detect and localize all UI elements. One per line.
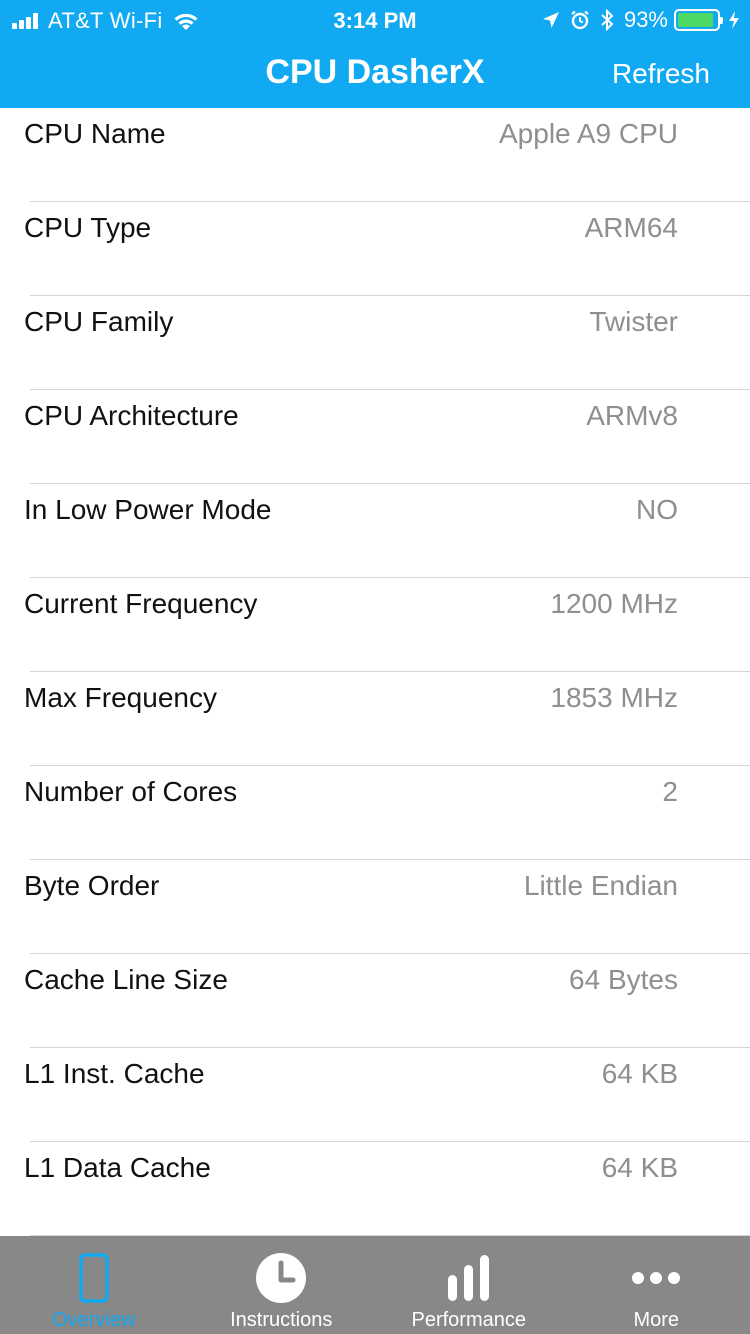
row-label: In Low Power Mode [24,494,272,525]
list-item: L1 Inst. Cache 64 KB [0,1048,750,1142]
tab-label: Instructions [230,1309,333,1331]
row-value: 1200 MHz [550,588,678,619]
more-dots-icon [628,1250,684,1306]
bar-chart-icon [441,1250,497,1306]
tab-label: Performance [411,1309,527,1331]
refresh-button[interactable]: Refresh [612,58,710,90]
header: AT&T Wi-Fi 3:14 PM 93% CPU DasherX Refre… [0,0,750,108]
list-item: CPU Architecture ARMv8 [0,390,750,484]
cpu-info-list: CPU Name Apple A9 CPU CPU Type ARM64 CPU F… [0,108,750,1236]
battery-tip [720,17,723,24]
tab-performance[interactable]: Performance [375,1236,563,1334]
location-arrow-icon [542,12,559,28]
row-label: Cache Line Size [24,964,228,995]
row-value: 1853 MHz [550,682,678,713]
charging-bolt-icon [729,11,739,29]
row-value: Little Endian [523,870,678,901]
list-item: Cache Line Size 64 Bytes [0,954,750,1048]
list-item: Current Frequency 1200 MHz [0,578,750,672]
row-label: L1 Data Cache [24,1152,211,1183]
tab-more[interactable]: More [563,1236,750,1334]
battery-percent: 93% [623,7,668,32]
clock-icon [253,1250,309,1306]
row-value: ARMv8 [586,400,678,431]
battery-fill [678,13,714,27]
row-value: 2 [662,776,678,807]
list-item: CPU Family Twister [0,296,750,390]
list-item: In Low Power Mode NO [0,484,750,578]
list-item: CPU Type ARM64 [0,202,750,296]
row-value: 64 KB [601,1058,678,1089]
list-item: CPU Name Apple A9 CPU [0,108,750,202]
row-label: L1 Inst. Cache [24,1058,205,1089]
bluetooth-icon [601,9,614,31]
list-item: Byte Order Little Endian [0,860,750,954]
tab-overview[interactable]: Overview [0,1236,188,1334]
row-value: Twister [589,306,678,337]
battery-icon [674,9,723,31]
row-label: Current Frequency [24,588,258,619]
row-value: Apple A9 CPU [499,118,678,149]
row-value: 64 KB [601,1152,678,1183]
row-label: Number of Cores [24,776,238,807]
row-label: CPU Family [24,306,174,337]
status-bar: AT&T Wi-Fi 3:14 PM 93% [0,0,750,40]
row-value: NO [636,494,678,525]
tab-instructions[interactable]: Instructions [188,1236,376,1334]
phone-icon [66,1250,122,1306]
tab-label: More [633,1309,680,1331]
tab-label: Overview [52,1309,136,1331]
row-label: CPU Architecture [24,400,239,431]
tab-bar: Overview Instructions Performance More [0,1236,750,1334]
list-item: L1 Data Cache 64 KB [0,1142,750,1236]
alarm-icon [571,10,589,30]
row-label: CPU Type [24,212,152,243]
row-label: Max Frequency [24,682,217,713]
list-item: Max Frequency 1853 MHz [0,672,750,766]
row-label: Byte Order [24,870,160,901]
status-right: 93% [532,7,740,33]
row-label: CPU Name [24,118,166,149]
row-value: ARM64 [584,212,678,243]
list-item: Number of Cores 2 [0,766,750,860]
row-value: 64 Bytes [569,964,678,995]
